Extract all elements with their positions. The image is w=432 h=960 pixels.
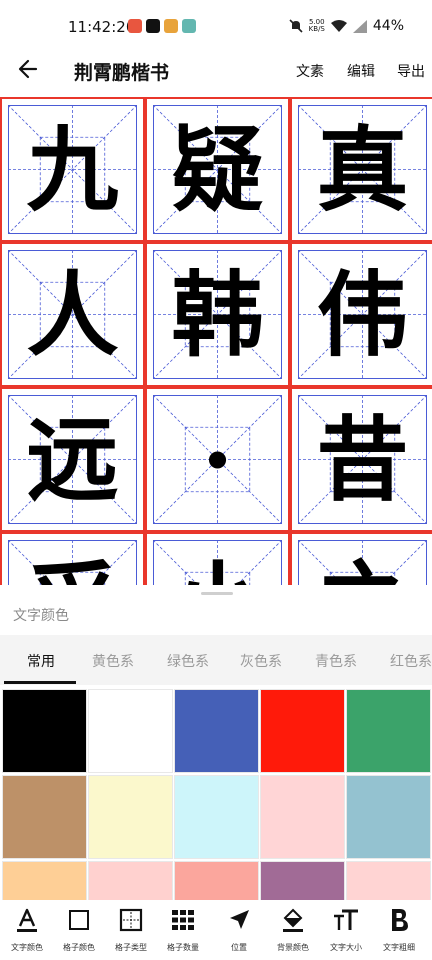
color-swatch[interactable] bbox=[88, 861, 173, 900]
font-select-button[interactable]: 文素 bbox=[296, 61, 324, 81]
page-title: 荆霄鹏楷书 bbox=[74, 62, 170, 84]
tool-label: 文字颜色 bbox=[11, 943, 43, 952]
color-swatch[interactable] bbox=[346, 775, 431, 859]
tab-red[interactable]: 红色系 bbox=[390, 651, 432, 671]
color-swatch[interactable] bbox=[88, 775, 173, 859]
grid-cell[interactable]: 昔 bbox=[290, 387, 432, 532]
notification-app-icon bbox=[146, 19, 160, 33]
color-swatch[interactable] bbox=[260, 775, 345, 859]
grid-cell[interactable]: 疑 bbox=[145, 97, 290, 242]
grid-cell[interactable]: 九 bbox=[0, 97, 145, 242]
grid-color-tool[interactable]: 格子颜色 bbox=[52, 900, 106, 960]
grid-type-icon bbox=[119, 908, 143, 932]
status-bar: 11:42:20 5.00 KB/S 44% bbox=[0, 0, 432, 54]
network-speed-unit: KB/S bbox=[308, 25, 325, 33]
calligraphy-character: 真 bbox=[316, 115, 409, 224]
grid-cell[interactable]: 伟 bbox=[290, 242, 432, 387]
text-color-icon bbox=[17, 908, 37, 932]
calligraphy-character: 人 bbox=[26, 260, 119, 369]
calligraphy-character: 远 bbox=[26, 405, 119, 514]
text-color-tool[interactable]: 文字颜色 bbox=[0, 900, 54, 960]
grid-color-icon bbox=[69, 910, 89, 930]
grid-cell[interactable]: 采 bbox=[0, 532, 145, 585]
panel-title: 文字颜色 bbox=[13, 608, 69, 624]
color-swatch[interactable] bbox=[346, 861, 431, 900]
calligraphy-character: 九 bbox=[26, 115, 119, 224]
drag-handle[interactable] bbox=[201, 592, 233, 595]
notification-app-icon bbox=[128, 19, 142, 33]
calligraphy-character: 昔 bbox=[316, 405, 409, 514]
color-swatch[interactable] bbox=[2, 775, 87, 859]
export-button[interactable]: 导出 bbox=[397, 61, 425, 81]
calligraphy-character: 之 bbox=[292, 534, 432, 586]
notification-app-icon bbox=[164, 19, 178, 33]
color-tabs: 常用 黄色系 绿色系 灰色系 青色系 红色系 bbox=[0, 635, 432, 685]
wifi-icon bbox=[330, 19, 347, 32]
color-swatch[interactable] bbox=[2, 861, 87, 900]
tab-yellow[interactable]: 黄色系 bbox=[92, 651, 134, 671]
arrow-left-icon bbox=[18, 59, 38, 79]
calligraphy-character: 韩 bbox=[171, 260, 264, 369]
tab-gray[interactable]: 灰色系 bbox=[240, 651, 282, 671]
status-right: 5.00 KB/S 44% bbox=[289, 18, 404, 34]
mute-icon bbox=[289, 19, 303, 33]
calligraphy-character: 小 bbox=[147, 534, 288, 586]
position-tool[interactable]: 位置 bbox=[212, 900, 266, 960]
color-swatch[interactable] bbox=[260, 861, 345, 900]
status-time: 11:42:20 bbox=[68, 18, 136, 36]
grid-type-tool[interactable]: 格子类型 bbox=[104, 900, 158, 960]
tool-label: 格子颜色 bbox=[63, 943, 95, 952]
color-swatch[interactable] bbox=[174, 689, 259, 773]
signal-icon bbox=[352, 19, 367, 33]
tab-green[interactable]: 绿色系 bbox=[167, 651, 209, 671]
calligraphy-character: 采 bbox=[2, 534, 143, 586]
calligraphy-character: 疑 bbox=[171, 115, 264, 224]
tool-label: 文字粗细 bbox=[383, 943, 415, 952]
tool-label: 文字大小 bbox=[330, 943, 362, 952]
tool-label: 格子类型 bbox=[115, 943, 147, 952]
color-swatch[interactable] bbox=[174, 861, 259, 900]
color-swatch[interactable] bbox=[88, 689, 173, 773]
text-weight-icon bbox=[392, 909, 408, 931]
grid-cell[interactable]: 真 bbox=[290, 97, 432, 242]
grid-cell[interactable]: 韩 bbox=[145, 242, 290, 387]
grid-cell[interactable]: 小 bbox=[145, 532, 290, 585]
active-tab-indicator bbox=[4, 681, 76, 684]
network-speed: 5.00 KB/S bbox=[309, 19, 325, 33]
tool-label: 格子数量 bbox=[167, 943, 199, 952]
grid-count-icon bbox=[172, 910, 194, 930]
tool-label: 背景颜色 bbox=[277, 943, 309, 952]
position-icon bbox=[230, 910, 249, 929]
background-color-tool[interactable]: 背景颜色 bbox=[266, 900, 320, 960]
text-size-icon bbox=[334, 909, 358, 930]
battery-level: 44% bbox=[372, 18, 404, 34]
grid-count-tool[interactable]: 格子数量 bbox=[156, 900, 210, 960]
grid-cell[interactable]: 之 bbox=[290, 532, 432, 585]
color-swatch[interactable] bbox=[260, 689, 345, 773]
edit-button[interactable]: 编辑 bbox=[347, 61, 375, 81]
text-size-tool[interactable]: 文字大小 bbox=[319, 900, 373, 960]
color-swatch[interactable] bbox=[346, 689, 431, 773]
color-swatches bbox=[0, 689, 432, 900]
grid-cell[interactable]: 人 bbox=[0, 242, 145, 387]
grid-cell[interactable]: · bbox=[145, 387, 290, 532]
color-swatch[interactable] bbox=[2, 689, 87, 773]
back-button[interactable] bbox=[16, 56, 42, 82]
background-color-icon bbox=[283, 908, 303, 932]
app-bar: 荆霄鹏楷书 文素 编辑 导出 bbox=[0, 48, 432, 94]
status-app-icons bbox=[128, 19, 196, 33]
tab-cyan[interactable]: 青色系 bbox=[315, 651, 357, 671]
grid-cell[interactable]: 远 bbox=[0, 387, 145, 532]
calligraphy-grid: 九疑真人韩伟远 · 昔采小之 bbox=[0, 97, 432, 585]
tab-common[interactable]: 常用 bbox=[27, 651, 55, 671]
notification-app-icon bbox=[182, 19, 196, 33]
calligraphy-character: 伟 bbox=[316, 260, 409, 369]
color-panel: 文字颜色 常用 黄色系 绿色系 灰色系 青色系 红色系 bbox=[0, 585, 432, 900]
color-swatch[interactable] bbox=[174, 775, 259, 859]
bottom-toolbar: 文字颜色 格子颜色 格子类型 格子数量 位置 背景颜色 文字大小 文字粗细 bbox=[0, 900, 432, 960]
calligraphy-character: · bbox=[201, 405, 234, 514]
text-weight-tool[interactable]: 文字粗细 bbox=[372, 900, 426, 960]
tool-label: 位置 bbox=[231, 943, 247, 952]
